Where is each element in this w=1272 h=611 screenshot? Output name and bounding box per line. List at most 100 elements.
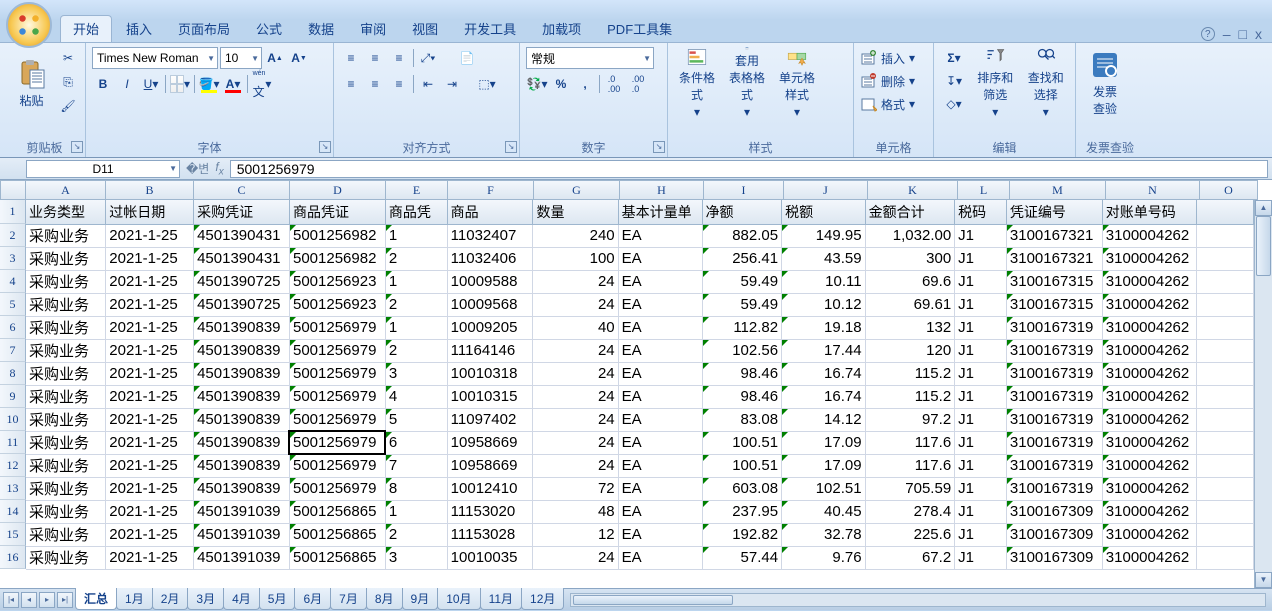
cell[interactable]: 2: [385, 247, 447, 270]
cell[interactable]: 100.51: [702, 431, 782, 454]
cell[interactable]: 3100004262: [1102, 500, 1196, 523]
paste-button[interactable]: 粘贴: [10, 47, 53, 119]
formula-bar[interactable]: 5001256979: [230, 160, 1268, 178]
cell[interactable]: 5001256979: [289, 431, 385, 454]
cell[interactable]: 83.08: [702, 408, 782, 431]
row-header-5[interactable]: 5: [0, 293, 26, 316]
row-header-11[interactable]: 11: [0, 431, 26, 454]
cell[interactable]: 10009588: [447, 270, 533, 293]
cell[interactable]: 3100004262: [1102, 523, 1196, 546]
cell[interactable]: 3100167315: [1006, 270, 1102, 293]
cell[interactable]: 10009568: [447, 293, 533, 316]
cell[interactable]: 8: [385, 477, 447, 500]
cell[interactable]: 67.2: [865, 546, 955, 569]
cell[interactable]: 97.2: [865, 408, 955, 431]
cell[interactable]: 采购业务: [26, 224, 106, 247]
row-header-8[interactable]: 8: [0, 362, 26, 385]
font-color-button[interactable]: A▾: [222, 73, 244, 95]
underline-button[interactable]: U▾: [140, 73, 162, 95]
grow-font-button[interactable]: A▲: [264, 47, 286, 69]
copy-button[interactable]: ⎘: [57, 71, 79, 93]
cell[interactable]: 5001256979: [289, 477, 385, 500]
wrap-text-button[interactable]: 📄: [453, 47, 481, 69]
cell[interactable]: EA: [618, 477, 702, 500]
header-cell[interactable]: 商品: [447, 200, 533, 224]
cell[interactable]: EA: [618, 454, 702, 477]
sheet-tab-11月[interactable]: 11月: [480, 588, 522, 610]
cell[interactable]: J1: [955, 293, 1007, 316]
sheet-tab-5月[interactable]: 5月: [259, 588, 296, 610]
col-header-I[interactable]: I: [704, 180, 784, 200]
indent-increase-button[interactable]: ⇥: [441, 73, 463, 95]
percent-button[interactable]: %: [550, 73, 572, 95]
cell[interactable]: 57.44: [702, 546, 782, 569]
cell[interactable]: J1: [955, 339, 1007, 362]
cell[interactable]: 237.95: [702, 500, 782, 523]
ribbon-tab-3[interactable]: 公式: [244, 16, 294, 42]
cell[interactable]: 19.18: [782, 316, 866, 339]
cell[interactable]: 3100167319: [1006, 362, 1102, 385]
header-cell[interactable]: 业务类型: [26, 200, 106, 224]
row-header-15[interactable]: 15: [0, 523, 26, 546]
border-button[interactable]: ▾: [169, 73, 191, 95]
sheet-tab-2月[interactable]: 2月: [152, 588, 189, 610]
cell[interactable]: 12: [533, 523, 618, 546]
col-header-D[interactable]: D: [290, 180, 386, 200]
cell[interactable]: 11153020: [447, 500, 533, 523]
row-header-2[interactable]: 2: [0, 224, 26, 247]
cell[interactable]: 102.51: [782, 477, 866, 500]
cut-button[interactable]: ✂: [57, 47, 79, 69]
cell[interactable]: 24: [533, 431, 618, 454]
col-header-G[interactable]: G: [534, 180, 620, 200]
shrink-font-button[interactable]: A▼: [288, 47, 310, 69]
cell[interactable]: [1196, 454, 1253, 477]
header-cell[interactable]: 数量: [533, 200, 618, 224]
autosum-button[interactable]: Σ▾: [940, 47, 968, 69]
cell[interactable]: [1196, 431, 1253, 454]
sheet-tab-4月[interactable]: 4月: [223, 588, 260, 610]
sheet-tab-7月[interactable]: 7月: [330, 588, 367, 610]
cell[interactable]: 17.09: [782, 431, 866, 454]
cell[interactable]: EA: [618, 500, 702, 523]
cell[interactable]: [1196, 247, 1253, 270]
row-header-4[interactable]: 4: [0, 270, 26, 293]
cell[interactable]: 采购业务: [26, 408, 106, 431]
cell[interactable]: 4: [385, 385, 447, 408]
italic-button[interactable]: I: [116, 73, 138, 95]
help-icon[interactable]: ?: [1201, 27, 1215, 41]
tab-nav-last[interactable]: ▸|: [57, 592, 73, 608]
office-button[interactable]: [6, 2, 52, 48]
cell[interactable]: 10.11: [782, 270, 866, 293]
invoice-verify-button[interactable]: 发票 查验: [1082, 47, 1128, 119]
cell[interactable]: 10958669: [447, 431, 533, 454]
row-header-3[interactable]: 3: [0, 247, 26, 270]
cell[interactable]: 采购业务: [26, 247, 106, 270]
row-header-13[interactable]: 13: [0, 477, 26, 500]
cell[interactable]: 102.56: [702, 339, 782, 362]
cell[interactable]: [1196, 546, 1253, 569]
cell[interactable]: 9.76: [782, 546, 866, 569]
cell[interactable]: 采购业务: [26, 454, 106, 477]
cell[interactable]: [1196, 408, 1253, 431]
cell[interactable]: J1: [955, 385, 1007, 408]
cell[interactable]: 3100004262: [1102, 316, 1196, 339]
cell[interactable]: 149.95: [782, 224, 866, 247]
cell[interactable]: 115.2: [865, 362, 955, 385]
cell[interactable]: 4501390839: [194, 362, 290, 385]
header-cell[interactable]: 税码: [955, 200, 1007, 224]
cell[interactable]: 705.59: [865, 477, 955, 500]
sort-filter-button[interactable]: 排序和 筛选▾: [972, 47, 1019, 119]
cell[interactable]: J1: [955, 224, 1007, 247]
cell[interactable]: 115.2: [865, 385, 955, 408]
font-name-combo[interactable]: Times New Roman▼: [92, 47, 218, 69]
sheet-tab-8月[interactable]: 8月: [366, 588, 403, 610]
cell[interactable]: 2021-1-25: [106, 316, 194, 339]
cell[interactable]: 3100167319: [1006, 339, 1102, 362]
cell[interactable]: J1: [955, 362, 1007, 385]
fill-color-button[interactable]: 🪣▾: [198, 73, 220, 95]
cell[interactable]: 3100004262: [1102, 224, 1196, 247]
cell[interactable]: 225.6: [865, 523, 955, 546]
cell[interactable]: 3100167319: [1006, 431, 1102, 454]
col-header-L[interactable]: L: [958, 180, 1010, 200]
cell[interactable]: 72: [533, 477, 618, 500]
